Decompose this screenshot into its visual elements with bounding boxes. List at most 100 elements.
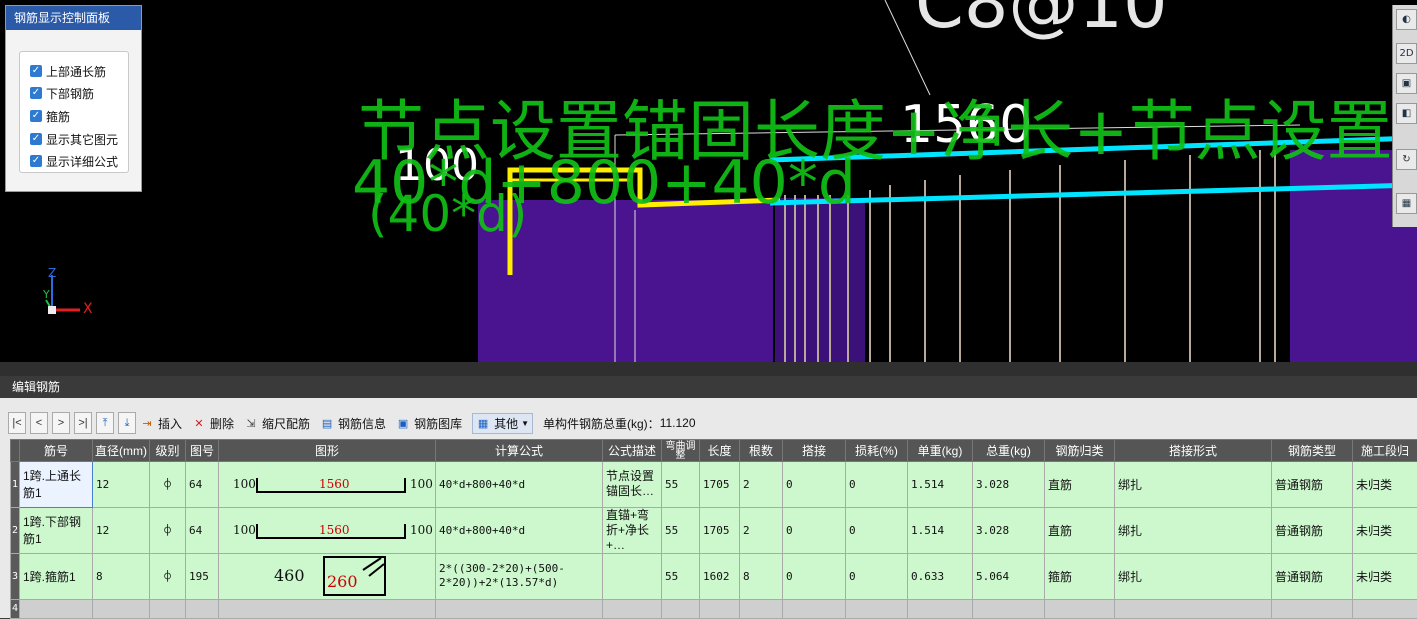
empty-cell[interactable] — [1115, 599, 1272, 618]
grid-view-icon[interactable]: ▦ — [1396, 193, 1417, 214]
column-header[interactable]: 长度 — [700, 440, 740, 462]
table-row[interactable]: 3 1跨.箍筋1 8 ⌽ 195 460 260 2*((300-2*20)+(… — [11, 554, 1417, 600]
empty-cell[interactable] — [1045, 599, 1115, 618]
bar-type-cell[interactable]: 普通钢筋 — [1272, 462, 1353, 508]
column-header[interactable]: 损耗(%) — [846, 440, 908, 462]
option-stirrup[interactable]: ✓箍筋 — [30, 107, 70, 125]
column-header[interactable]: 直径(mm) — [93, 440, 150, 462]
loss-cell[interactable]: 0 — [846, 554, 908, 600]
lap-type-cell[interactable]: 绑扎 — [1115, 507, 1272, 554]
lap-cell[interactable]: 0 — [783, 554, 846, 600]
formula-desc-cell[interactable]: 节点设置锚固长… — [603, 462, 662, 508]
option-top-long-bar[interactable]: ✓上部通长筋 — [30, 62, 106, 80]
total-weight-cell[interactable]: 5.064 — [973, 554, 1045, 600]
table-row[interactable]: 2 1跨.下部钢筋1 12 ⌽ 64 100 1560 100 40*d+800… — [11, 507, 1417, 554]
stage-cell[interactable]: 未归类 — [1353, 462, 1417, 508]
rebar-info-button[interactable]: ▤钢筋信息 — [320, 415, 386, 432]
column-header[interactable]: 级别 — [150, 440, 186, 462]
empty-cell[interactable] — [186, 599, 219, 618]
figure-number-cell[interactable]: 64 — [186, 462, 219, 508]
category-cell[interactable]: 箍筋 — [1045, 554, 1115, 600]
nav-prev-button[interactable]: < — [30, 412, 48, 434]
checkbox-checked-icon[interactable]: ✓ — [30, 65, 42, 77]
formula-cell[interactable]: 40*d+800+40*d — [436, 462, 603, 508]
shape-cell[interactable]: 100 1560 100 — [219, 507, 436, 554]
rotate-icon[interactable]: ↻ — [1396, 149, 1417, 170]
option-show-detail-formula[interactable]: ✓显示详细公式 — [30, 152, 118, 170]
3d-viewport[interactable]: 100 1560 C8@10 节点设置锚固长度+净长+节点设置锚 40*d+80… — [0, 0, 1417, 362]
row-number[interactable]: 2 — [11, 507, 20, 554]
option-show-other-elements[interactable]: ✓显示其它图元 — [30, 130, 118, 148]
row-number[interactable]: 4 — [11, 599, 20, 618]
loss-cell[interactable]: 0 — [846, 462, 908, 508]
lap-cell[interactable]: 0 — [783, 462, 846, 508]
column-header[interactable]: 单重(kg) — [908, 440, 973, 462]
lap-cell[interactable]: 0 — [783, 507, 846, 554]
empty-cell[interactable] — [219, 599, 436, 618]
grade-cell[interactable]: ⌽ — [150, 462, 186, 508]
bar-type-cell[interactable]: 普通钢筋 — [1272, 554, 1353, 600]
table-row-empty[interactable]: 4 — [11, 599, 1417, 618]
column-header[interactable]: 计算公式 — [436, 440, 603, 462]
option-bottom-bar[interactable]: ✓下部钢筋 — [30, 84, 94, 102]
2d-view-icon[interactable]: 2D — [1396, 43, 1417, 64]
column-header[interactable]: 筋号 — [20, 440, 93, 462]
category-cell[interactable]: 直筋 — [1045, 462, 1115, 508]
column-header[interactable]: 弯曲调整 — [662, 440, 700, 462]
column-header[interactable]: 钢筋归类 — [1045, 440, 1115, 462]
empty-cell[interactable] — [662, 599, 700, 618]
empty-cell[interactable] — [603, 599, 662, 618]
lap-type-cell[interactable]: 绑扎 — [1115, 554, 1272, 600]
formula-desc-cell[interactable] — [603, 554, 662, 600]
box-view-icon[interactable]: ◧ — [1396, 103, 1417, 124]
unit-weight-cell[interactable]: 0.633 — [908, 554, 973, 600]
row-number[interactable]: 1 — [11, 462, 20, 508]
bar-name-cell[interactable]: 1跨.箍筋1 — [20, 554, 93, 600]
empty-cell[interactable] — [973, 599, 1045, 618]
formula-cell[interactable]: 40*d+800+40*d — [436, 507, 603, 554]
empty-cell[interactable] — [700, 599, 740, 618]
checkbox-checked-icon[interactable]: ✓ — [30, 133, 42, 145]
grade-cell[interactable]: ⌽ — [150, 507, 186, 554]
empty-cell[interactable] — [20, 599, 93, 618]
stage-cell[interactable]: 未归类 — [1353, 554, 1417, 600]
count-cell[interactable]: 2 — [740, 507, 783, 554]
rebar-library-button[interactable]: ▣钢筋图库 — [396, 415, 462, 432]
formula-cell[interactable]: 2*((300-2*20)+(500-2*20))+2*(13.57*d) — [436, 554, 603, 600]
lap-type-cell[interactable]: 绑扎 — [1115, 462, 1272, 508]
length-cell[interactable]: 1602 — [700, 554, 740, 600]
formula-desc-cell[interactable]: 直锚+弯折+净长+… — [603, 507, 662, 554]
figure-number-cell[interactable]: 64 — [186, 507, 219, 554]
column-header[interactable]: 公式描述 — [603, 440, 662, 462]
total-weight-cell[interactable]: 3.028 — [973, 462, 1045, 508]
length-cell[interactable]: 1705 — [700, 462, 740, 508]
empty-cell[interactable] — [436, 599, 603, 618]
count-cell[interactable]: 2 — [740, 462, 783, 508]
nav-first-button[interactable]: |< — [8, 412, 26, 434]
cube-view-icon[interactable]: ▣ — [1396, 73, 1417, 94]
shape-cell[interactable]: 460 260 — [219, 554, 436, 600]
bend-adjust-cell[interactable]: 55 — [662, 554, 700, 600]
delete-button[interactable]: ✕删除 — [192, 415, 234, 432]
empty-cell[interactable] — [1272, 599, 1353, 618]
column-header[interactable]: 总重(kg) — [973, 440, 1045, 462]
move-up-icon[interactable]: ⤒ — [96, 412, 114, 434]
checkbox-checked-icon[interactable]: ✓ — [30, 87, 42, 99]
unit-weight-cell[interactable]: 1.514 — [908, 507, 973, 554]
column-header[interactable]: 搭接 — [783, 440, 846, 462]
diameter-cell[interactable]: 12 — [93, 507, 150, 554]
column-header[interactable]: 搭接形式 — [1115, 440, 1272, 462]
insert-button[interactable]: ⇥插入 — [140, 415, 182, 432]
panel-splitter[interactable] — [0, 362, 1417, 376]
count-cell[interactable]: 8 — [740, 554, 783, 600]
total-weight-cell[interactable]: 3.028 — [973, 507, 1045, 554]
length-cell[interactable]: 1705 — [700, 507, 740, 554]
checkbox-checked-icon[interactable]: ✓ — [30, 155, 42, 167]
column-header[interactable]: 图号 — [186, 440, 219, 462]
loss-cell[interactable]: 0 — [846, 507, 908, 554]
stage-cell[interactable]: 未归类 — [1353, 507, 1417, 554]
sphere-view-icon[interactable]: ◐ — [1396, 9, 1417, 30]
category-cell[interactable]: 直筋 — [1045, 507, 1115, 554]
bend-adjust-cell[interactable]: 55 — [662, 507, 700, 554]
diameter-cell[interactable]: 8 — [93, 554, 150, 600]
